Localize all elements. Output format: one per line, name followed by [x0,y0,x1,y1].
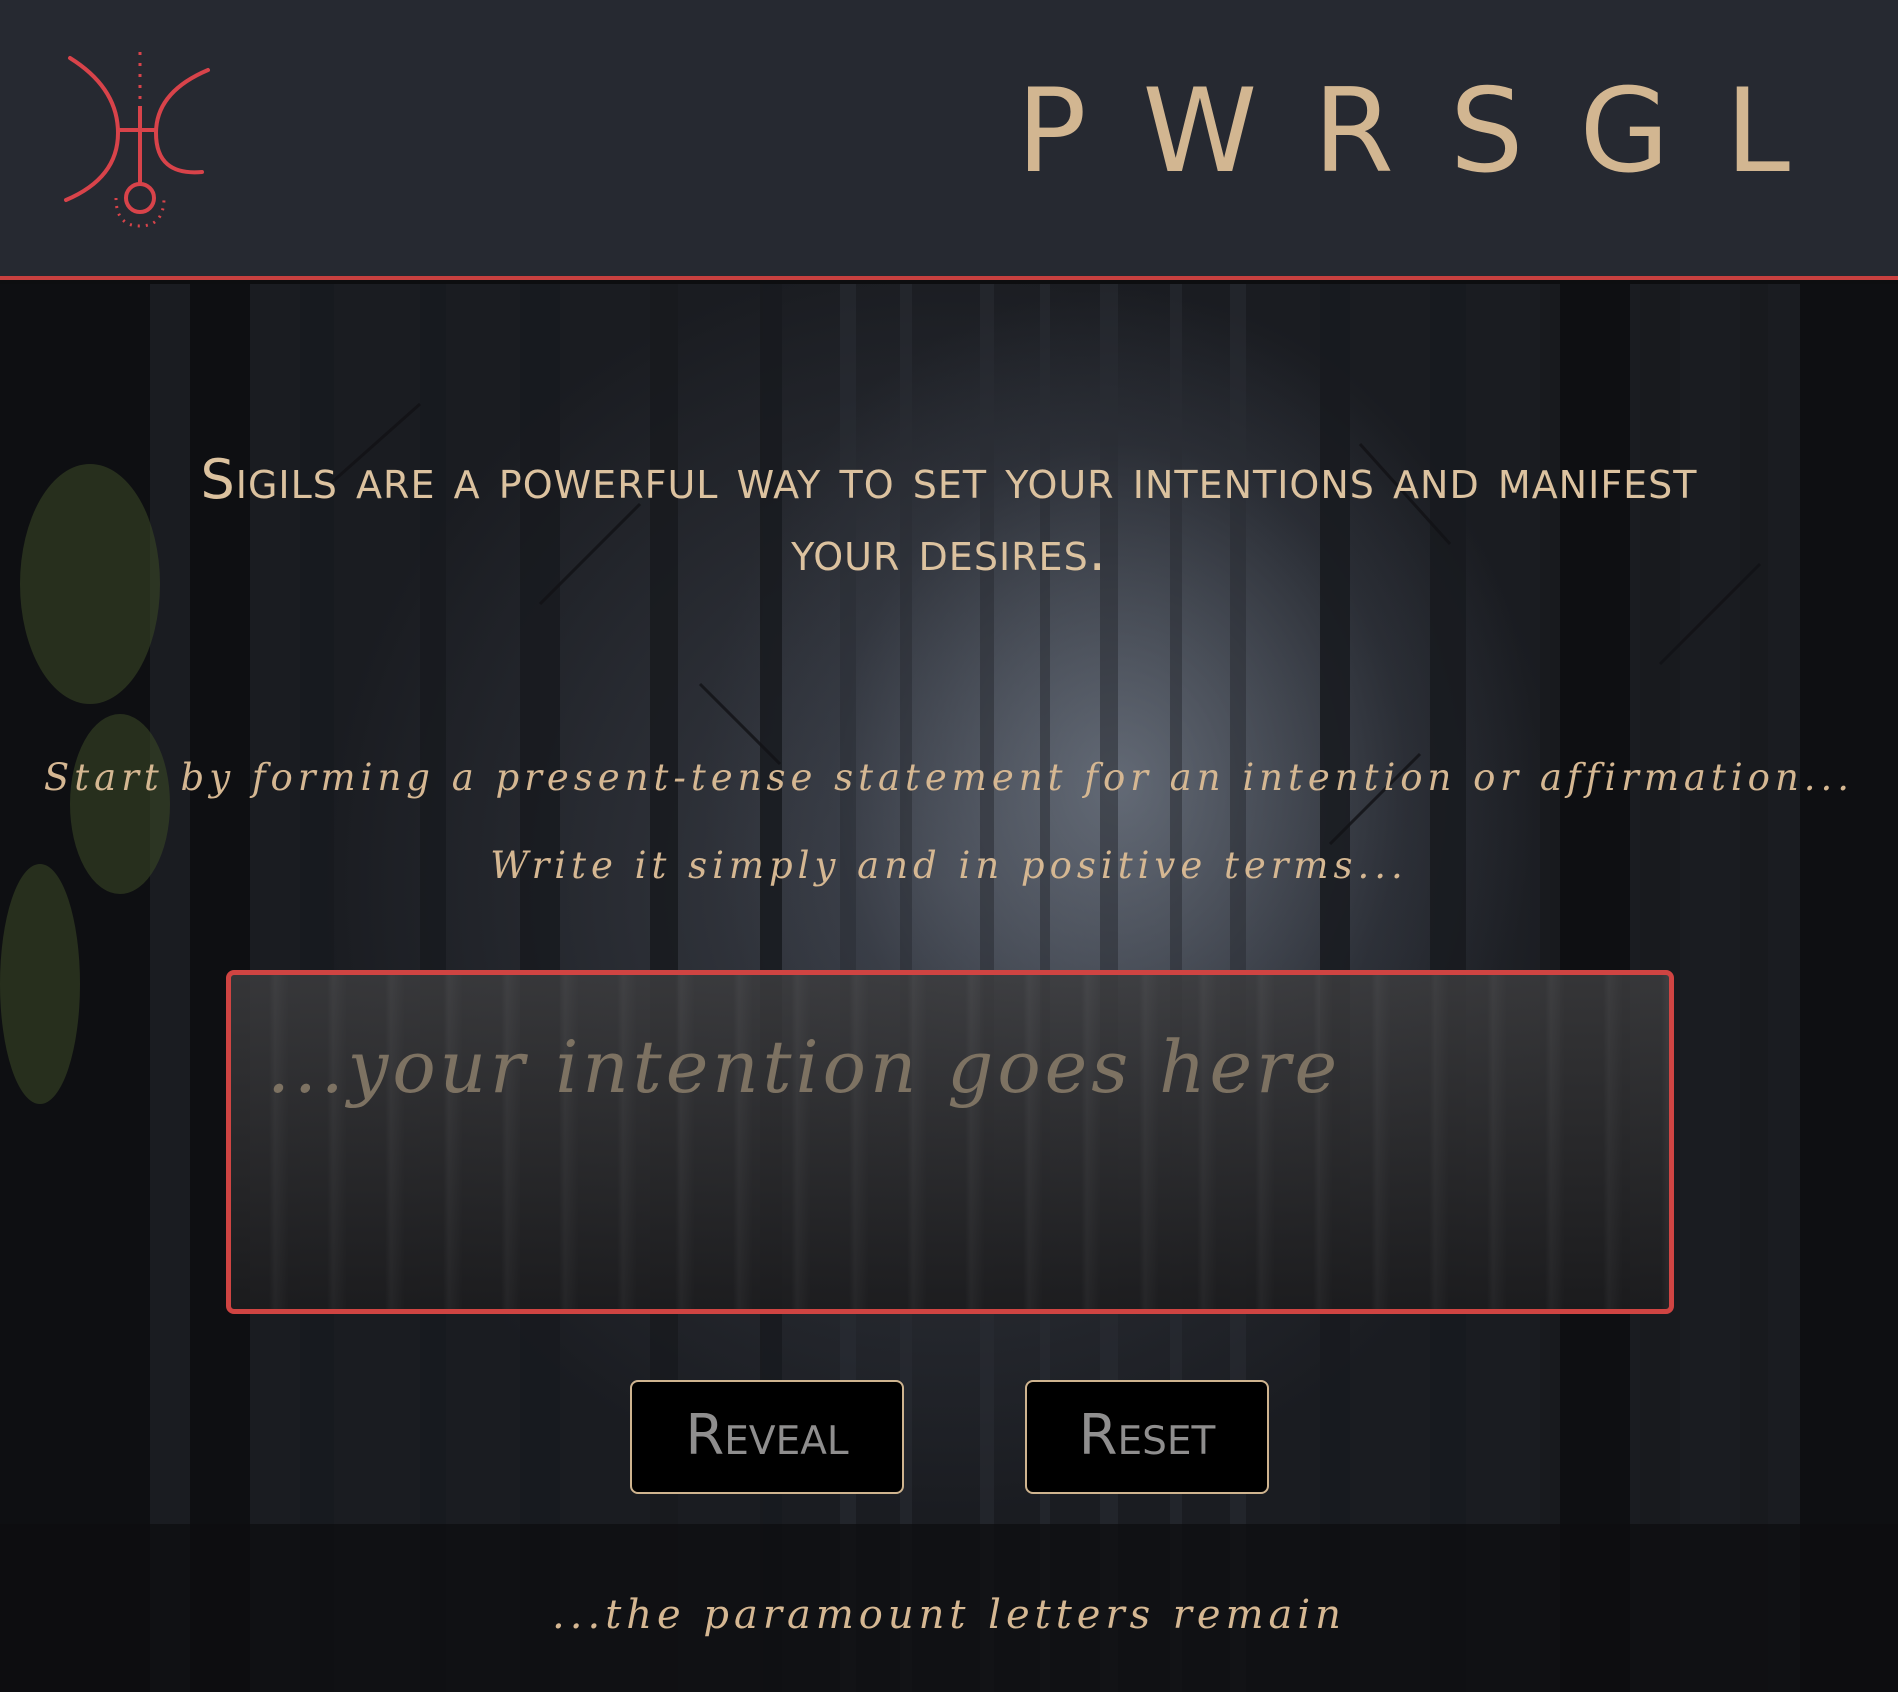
headline: Sigils are a powerful way to set your in… [200,448,1698,583]
instruction-text-2: Write it simply and in positive terms... [490,844,1408,887]
page: PWRSGL Sigils are a powerful way to set … [0,0,1898,1692]
footer-text: ...the paramount letters remain [552,1592,1346,1638]
instruction-text-1: Start by forming a present-tense stateme… [43,756,1855,799]
intention-input-frame [226,970,1674,1314]
intention-input[interactable] [231,975,1669,1309]
site-header: PWRSGL [0,0,1898,280]
brand-wordmark[interactable]: PWRSGL [1017,72,1846,192]
reset-button[interactable]: Reset [1025,1380,1269,1494]
main-content: Sigils are a powerful way to set your in… [0,284,1898,1692]
sigil-logo-icon[interactable] [60,48,220,228]
reveal-button[interactable]: Reveal [630,1380,904,1494]
